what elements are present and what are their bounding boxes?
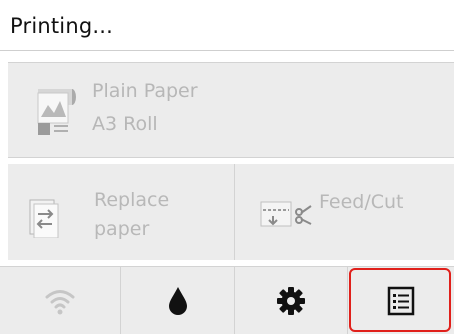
replace-paper-button[interactable]: Replace paper <box>8 164 235 260</box>
action-row: Replace paper Feed/Cut <box>8 164 454 260</box>
replace-paper-label: Replace paper <box>94 186 169 244</box>
header-divider <box>0 50 454 51</box>
selected-highlight <box>349 268 451 332</box>
roll-paper-icon <box>37 89 76 135</box>
media-size-label: A3 Roll <box>92 113 158 135</box>
media-type-label: Plain Paper <box>92 80 198 102</box>
tab-setup[interactable] <box>235 267 348 334</box>
replace-paper-icon <box>29 199 59 238</box>
replace-label-line2: paper <box>94 218 150 240</box>
wifi-icon <box>45 290 75 315</box>
ink-drop-icon <box>168 287 187 315</box>
feed-cut-button[interactable]: Feed/Cut <box>235 164 454 260</box>
replace-label-line1: Replace <box>94 189 170 211</box>
printer-screen: Printing... Plain Paper A3 Roll Replace … <box>0 0 454 334</box>
tab-ink[interactable] <box>121 267 235 334</box>
gear-icon <box>277 287 305 315</box>
tab-wifi[interactable] <box>0 267 121 334</box>
status-title: Printing... <box>10 14 114 38</box>
feed-cut-icon <box>260 201 312 227</box>
feed-cut-label: Feed/Cut <box>319 191 404 213</box>
